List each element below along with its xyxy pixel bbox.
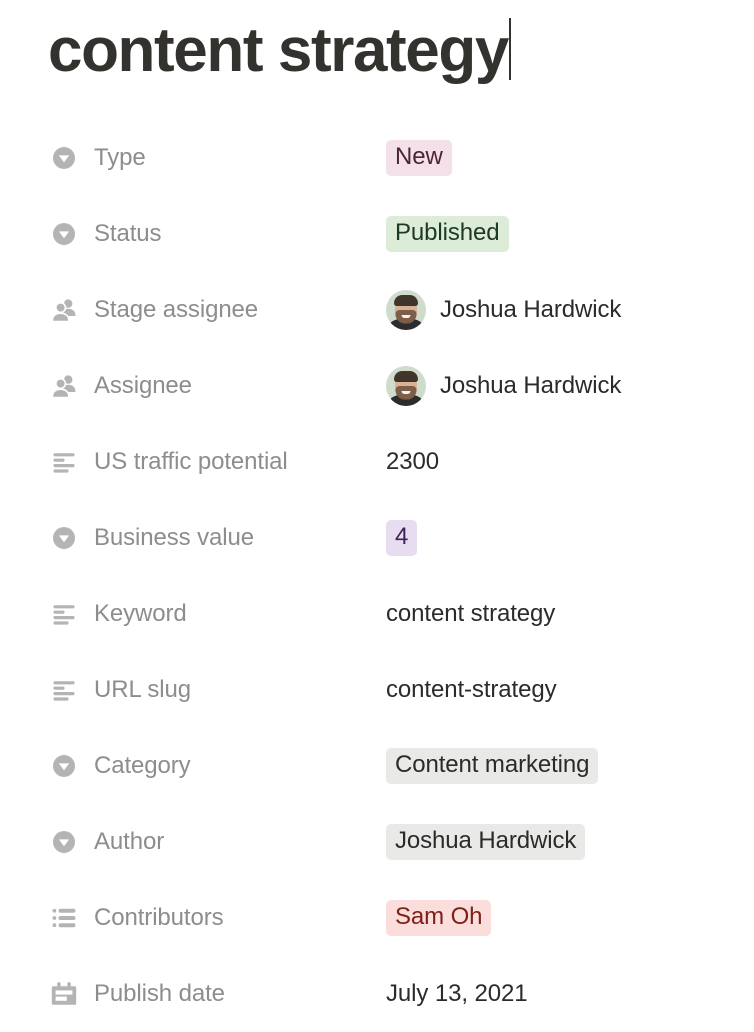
property-row: US traffic potential 2300 (0, 424, 754, 500)
property-label: Category (94, 752, 191, 780)
select-dropdown-icon (50, 828, 78, 856)
property-row: Status Published (0, 196, 754, 272)
property-label-cell[interactable]: Status (0, 220, 386, 248)
property-label: US traffic potential (94, 448, 288, 476)
value-chip[interactable]: Joshua Hardwick (386, 824, 585, 860)
value-chip[interactable]: 4 (386, 520, 417, 556)
value-text[interactable]: content-strategy (386, 676, 557, 704)
person-value[interactable]: Joshua Hardwick (386, 290, 621, 330)
text-lines-icon (50, 676, 78, 704)
property-value-cell[interactable]: content strategy (386, 600, 754, 628)
property-label: Assignee (94, 372, 192, 400)
select-dropdown-icon (50, 752, 78, 780)
property-label: URL slug (94, 676, 191, 704)
property-label-cell[interactable]: URL slug (0, 676, 386, 704)
property-label: Keyword (94, 600, 187, 628)
property-value-cell[interactable]: Joshua Hardwick (386, 290, 754, 330)
property-label: Contributors (94, 904, 224, 932)
value-chip[interactable]: Sam Oh (386, 900, 491, 936)
property-label-cell[interactable]: Publish date (0, 980, 386, 1008)
property-row: Publish date July 13, 2021 (0, 956, 754, 1032)
text-lines-icon (50, 600, 78, 628)
property-row: Business value 4 (0, 500, 754, 576)
person-name: Joshua Hardwick (440, 296, 621, 324)
property-value-cell[interactable]: Content marketing (386, 748, 754, 784)
property-label-cell[interactable]: Contributors (0, 904, 386, 932)
property-label-cell[interactable]: Business value (0, 524, 386, 552)
property-row: URL slug content-strategy (0, 652, 754, 728)
property-label: Stage assignee (94, 296, 258, 324)
page-title[interactable]: content strategy (48, 8, 508, 94)
property-label: Business value (94, 524, 254, 552)
people-icon (50, 372, 78, 400)
property-row: Type New (0, 120, 754, 196)
select-dropdown-icon (50, 524, 78, 552)
property-label-cell[interactable]: Stage assignee (0, 296, 386, 324)
bulleted-list-icon (50, 904, 78, 932)
property-label-cell[interactable]: Type (0, 144, 386, 172)
property-label: Author (94, 828, 164, 856)
property-label-cell[interactable]: US traffic potential (0, 448, 386, 476)
property-label-cell[interactable]: Keyword (0, 600, 386, 628)
people-icon (50, 296, 78, 324)
person-name: Joshua Hardwick (440, 372, 621, 400)
value-chip[interactable]: Content marketing (386, 748, 598, 784)
property-label: Publish date (94, 980, 225, 1008)
property-row: Contributors Sam Oh (0, 880, 754, 956)
calendar-icon (50, 980, 78, 1008)
property-label: Type (94, 144, 146, 172)
property-value-cell[interactable]: 2300 (386, 448, 754, 476)
property-value-cell[interactable]: 4 (386, 520, 754, 556)
value-text[interactable]: July 13, 2021 (386, 980, 527, 1008)
property-label-cell[interactable]: Category (0, 752, 386, 780)
property-label-cell[interactable]: Assignee (0, 372, 386, 400)
property-value-cell[interactable]: Published (386, 216, 754, 252)
property-value-cell[interactable]: content-strategy (386, 676, 754, 704)
avatar (386, 366, 426, 406)
page-title-row[interactable]: content strategy (48, 8, 511, 94)
select-dropdown-icon (50, 220, 78, 248)
property-row: Stage assignee Joshua Hardwick (0, 272, 754, 348)
property-row: Author Joshua Hardwick (0, 804, 754, 880)
value-text[interactable]: 2300 (386, 448, 439, 476)
select-dropdown-icon (50, 144, 78, 172)
property-label: Status (94, 220, 161, 248)
property-value-cell[interactable]: July 13, 2021 (386, 980, 754, 1008)
text-lines-icon (50, 448, 78, 476)
value-chip[interactable]: New (386, 140, 452, 176)
property-value-cell[interactable]: Sam Oh (386, 900, 754, 936)
property-label-cell[interactable]: Author (0, 828, 386, 856)
property-list: Type New Status Published Stage assignee Jo… (0, 120, 754, 1032)
avatar (386, 290, 426, 330)
property-value-cell[interactable]: Joshua Hardwick (386, 824, 754, 860)
value-text[interactable]: content strategy (386, 600, 555, 628)
property-row: Category Content marketing (0, 728, 754, 804)
person-value[interactable]: Joshua Hardwick (386, 366, 621, 406)
property-row: Assignee Joshua Hardwick (0, 348, 754, 424)
value-chip[interactable]: Published (386, 216, 509, 252)
property-value-cell[interactable]: Joshua Hardwick (386, 366, 754, 406)
property-value-cell[interactable]: New (386, 140, 754, 176)
text-cursor-caret (509, 18, 511, 80)
property-row: Keyword content strategy (0, 576, 754, 652)
